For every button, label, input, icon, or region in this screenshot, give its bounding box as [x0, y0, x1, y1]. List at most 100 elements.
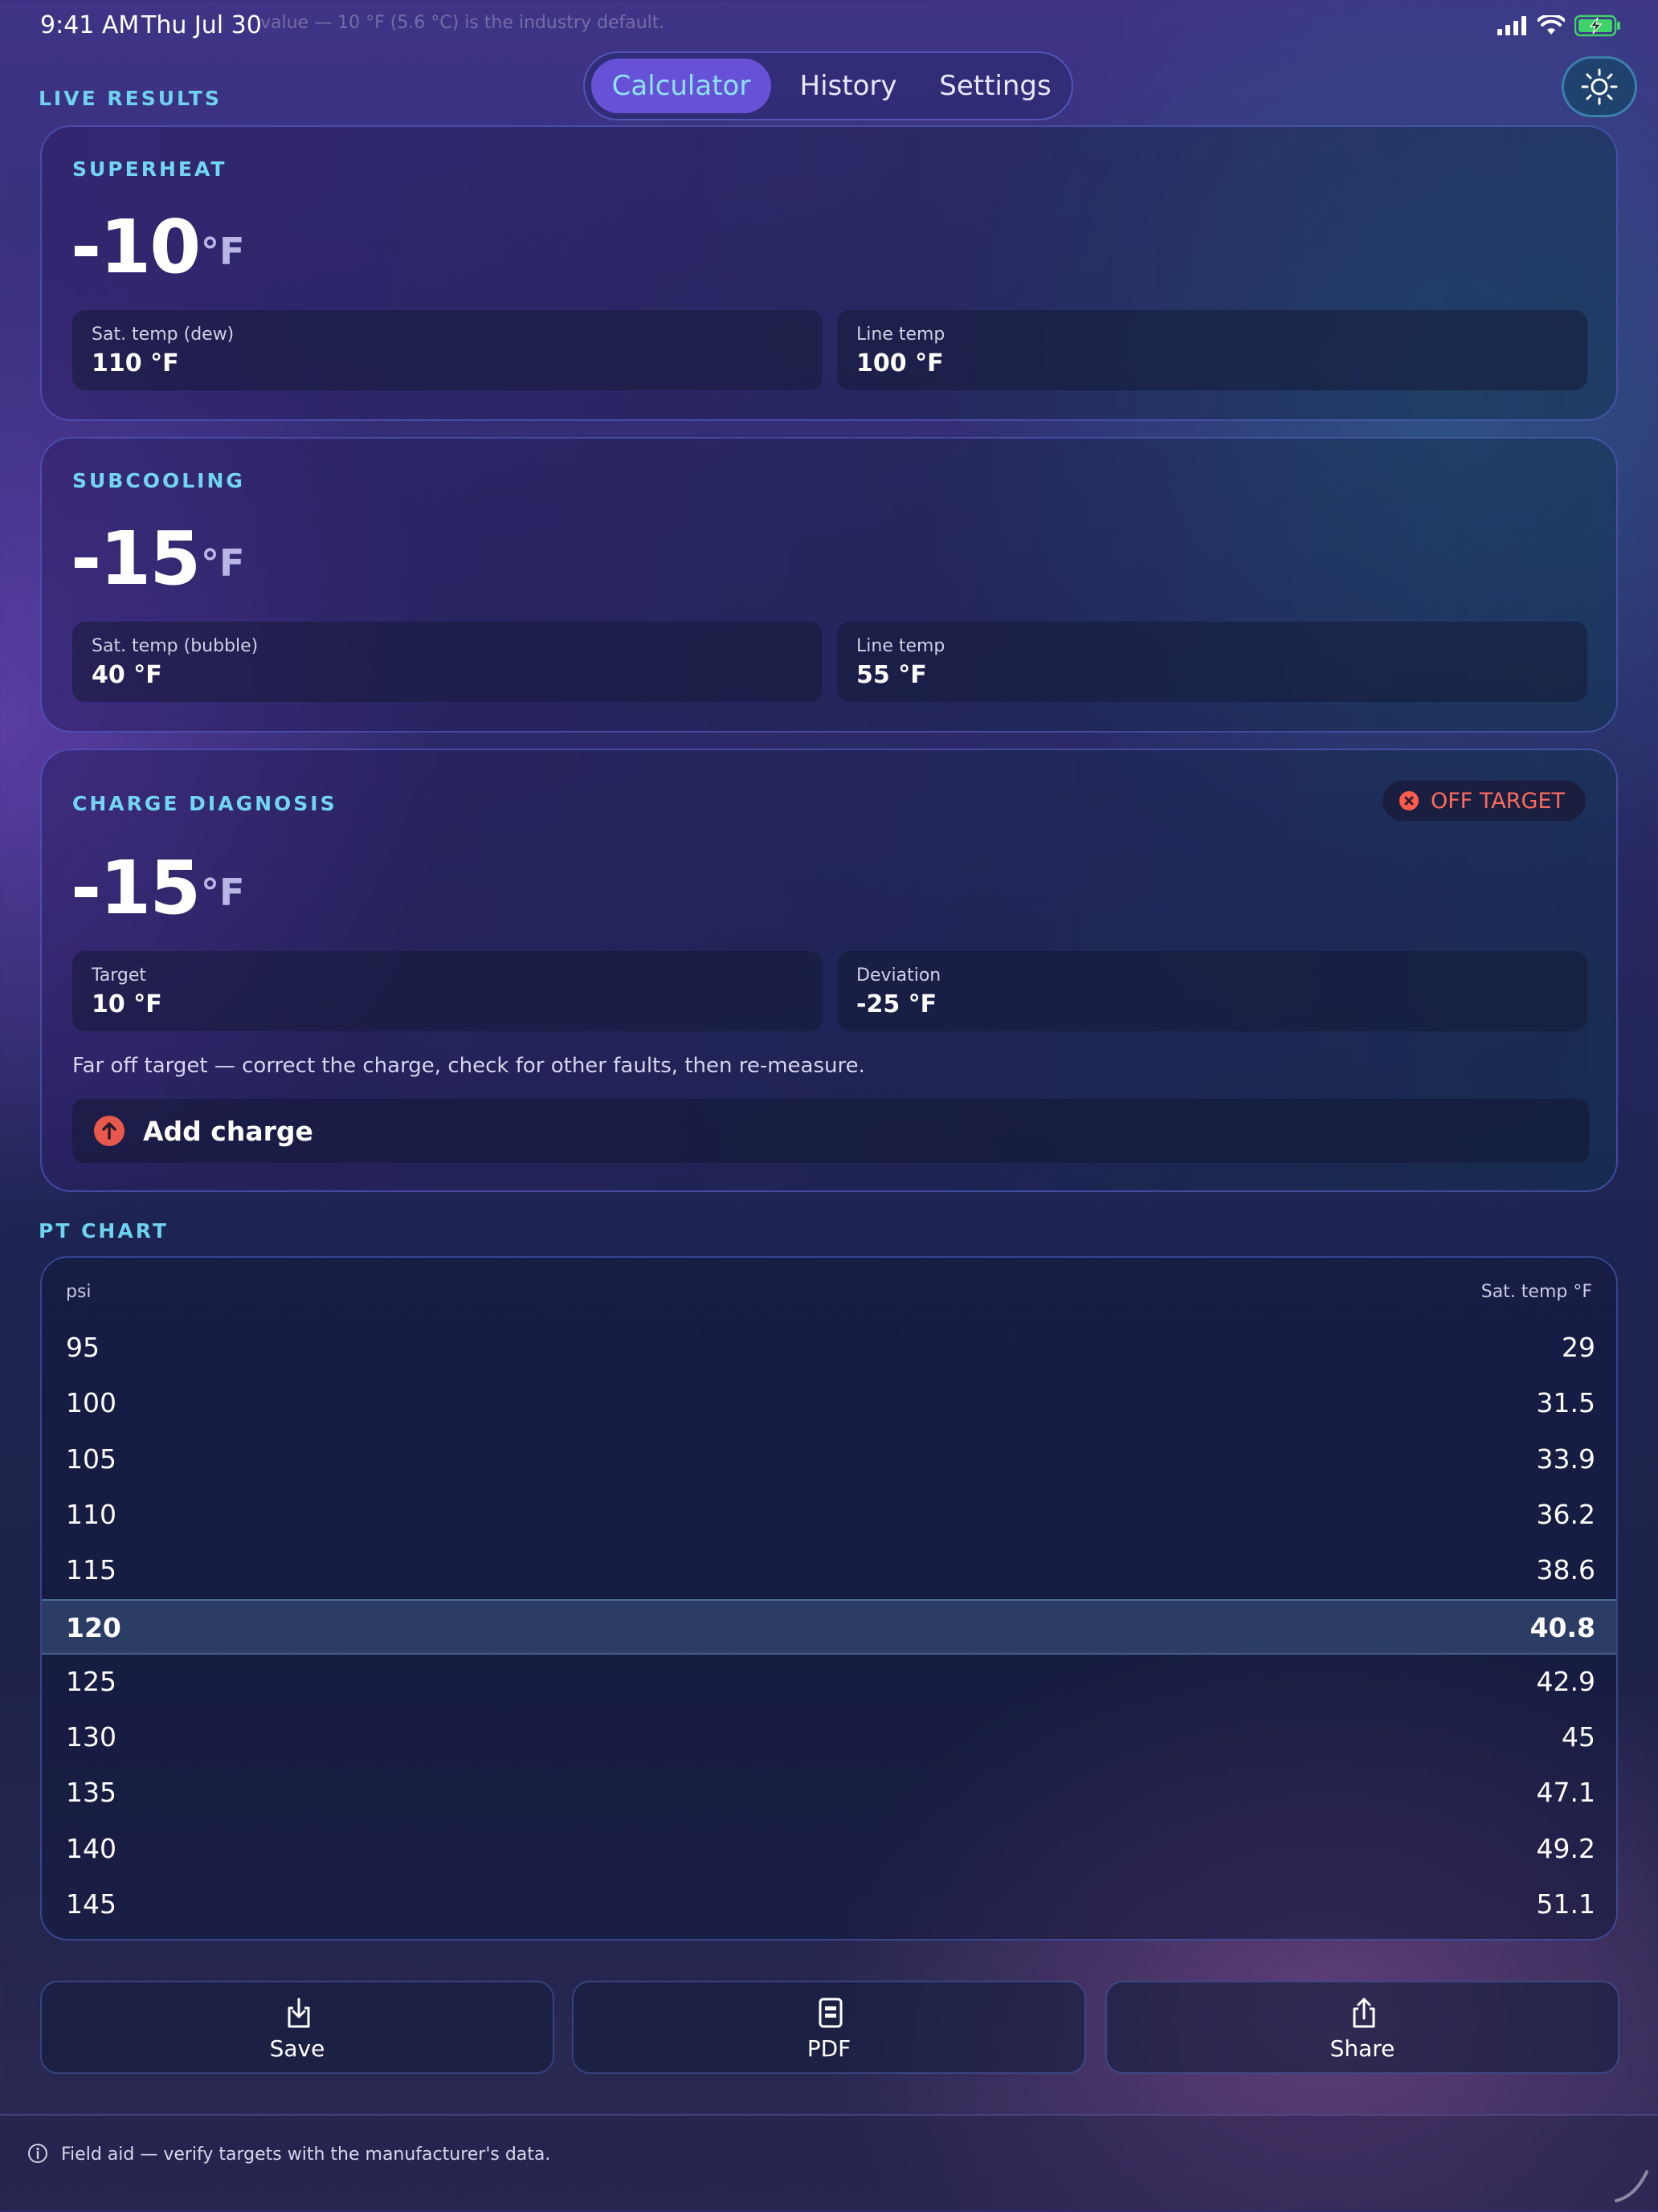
subcooling-sat-temp-tile: Sat. temp (bubble) 40 °F	[72, 622, 823, 702]
deviation-tile: Deviation -25 °F	[837, 951, 1587, 1031]
pt-chart-table: psi Sat. temp °F 95 29 100 31.5 105 33.9 110 36…	[40, 1256, 1618, 1941]
pt-psi-cell: 115	[66, 1554, 116, 1586]
status-icons	[1497, 14, 1621, 37]
sun-icon	[1581, 68, 1618, 105]
pt-psi-cell: 100	[66, 1387, 116, 1419]
table-row[interactable]: 130 45	[42, 1710, 1616, 1765]
pt-temp-cell: 31.5	[1536, 1387, 1595, 1419]
table-row[interactable]: 140 49.2	[42, 1822, 1616, 1877]
status-date: Thu Jul 30	[141, 11, 262, 39]
sat-temp-column-header: Sat. temp °F	[1480, 1282, 1592, 1302]
pt-psi-cell: 140	[66, 1832, 116, 1864]
table-row[interactable]: 115 38.6	[42, 1543, 1616, 1598]
table-row[interactable]: 100 31.5	[42, 1376, 1616, 1431]
tab-settings[interactable]: Settings	[922, 59, 1068, 113]
pt-temp-cell: 42.9	[1536, 1665, 1595, 1697]
superheat-line-temp-label: Line temp	[856, 324, 945, 345]
superheat-unit: °F	[201, 230, 245, 273]
share-icon	[1353, 1998, 1375, 2028]
subcooling-unit: °F	[201, 541, 245, 585]
sat-temp-bubble-value: 40 °F	[92, 661, 162, 689]
add-charge-label: Add charge	[143, 1115, 313, 1147]
superheat-card: SUPERHEAT -10 °F Sat. temp (dew) 110 °F …	[40, 125, 1618, 421]
off-target-badge-label: OFF TARGET	[1431, 788, 1565, 814]
pt-chart-label: PT CHART	[39, 1219, 169, 1243]
live-results-label: LIVE RESULTS	[39, 87, 222, 110]
superheat-value: -10	[71, 204, 201, 290]
share-button[interactable]: Share	[1105, 1981, 1619, 2074]
share-button-label: Share	[1329, 2035, 1395, 2062]
battery-charging-icon	[1574, 14, 1620, 37]
psi-column-header: psi	[66, 1282, 92, 1302]
subcooling-line-temp-value: 55 °F	[856, 661, 927, 689]
charge-diagnosis-card: CHARGE DIAGNOSIS OFF TARGET -15 °F Targe…	[40, 749, 1618, 1192]
target-tile: Target 10 °F	[72, 951, 823, 1031]
subcooling-line-temp-tile: Line temp 55 °F	[837, 622, 1587, 702]
tab-calculator[interactable]: Calculator	[591, 59, 771, 113]
cellular-signal-icon	[1497, 16, 1526, 35]
save-button-label: Save	[269, 2035, 325, 2062]
disclaimer-bar: Field aid — verify targets with the manu…	[0, 2114, 1658, 2212]
status-bar: value — 10 °F (5.6 °C) is the industry d…	[0, 0, 1658, 51]
pt-psi-cell: 135	[66, 1777, 116, 1809]
sat-temp-dew-value: 110 °F	[92, 349, 179, 378]
pt-chart-header: psi Sat. temp °F	[66, 1282, 1592, 1302]
subcooling-line-temp-label: Line temp	[856, 636, 945, 656]
pt-temp-cell: 49.2	[1536, 1832, 1595, 1864]
superheat-line-temp-value: 100 °F	[856, 349, 944, 378]
table-row[interactable]: 105 33.9	[42, 1432, 1616, 1488]
subcooling-value: -15	[71, 516, 201, 602]
off-target-badge: OFF TARGET	[1382, 781, 1586, 821]
diagnosis-unit: °F	[201, 871, 245, 914]
pt-psi-cell: 125	[66, 1665, 116, 1697]
superheat-title: SUPERHEAT	[72, 157, 227, 181]
tab-history[interactable]: History	[781, 59, 916, 113]
superheat-line-temp-tile: Line temp 100 °F	[837, 310, 1587, 390]
sat-temp-dew-label: Sat. temp (dew)	[92, 324, 235, 345]
deviation-value: -25 °F	[856, 990, 937, 1018]
pt-temp-cell: 40.8	[1529, 1611, 1595, 1643]
superheat-sat-temp-tile: Sat. temp (dew) 110 °F	[72, 310, 823, 390]
pt-temp-cell: 38.6	[1536, 1554, 1595, 1586]
wifi-icon	[1538, 15, 1565, 35]
table-row[interactable]: 125 42.9	[42, 1655, 1616, 1710]
main-tab-bar: Calculator History Settings	[583, 51, 1073, 120]
table-row-highlighted[interactable]: 120 40.8	[42, 1598, 1616, 1655]
deviation-label: Deviation	[856, 965, 941, 986]
save-download-icon	[288, 1998, 310, 2028]
charge-diagnosis-title: CHARGE DIAGNOSIS	[72, 792, 337, 815]
target-value: 10 °F	[92, 990, 162, 1018]
arrow-up-circle-icon	[94, 1116, 125, 1146]
save-button[interactable]: Save	[40, 1981, 554, 2074]
pt-psi-cell: 145	[66, 1888, 116, 1920]
pt-temp-cell: 51.1	[1536, 1888, 1595, 1920]
pdf-button-label: PDF	[807, 2035, 851, 2062]
table-row[interactable]: 95 29	[42, 1320, 1616, 1376]
pt-temp-cell: 36.2	[1536, 1498, 1595, 1530]
pt-psi-cell: 105	[66, 1443, 116, 1475]
scrolled-hint-text: value — 10 °F (5.6 °C) is the industry d…	[260, 13, 665, 33]
pt-psi-cell: 95	[66, 1332, 100, 1363]
subcooling-card: SUBCOOLING -15 °F Sat. temp (bubble) 40 …	[40, 437, 1618, 733]
status-time: 9:41 AM	[40, 11, 140, 39]
resize-handle-icon[interactable]	[1611, 2165, 1652, 2206]
error-circle-icon	[1399, 791, 1419, 810]
diagnosis-note: Far off target — correct the charge, che…	[72, 1054, 865, 1078]
pdf-button[interactable]: PDF	[572, 1981, 1086, 2074]
add-charge-recommendation: Add charge	[72, 1099, 1589, 1163]
diagnosis-value: -15	[71, 845, 201, 931]
pt-temp-cell: 45	[1562, 1721, 1595, 1753]
table-row[interactable]: 145 51.1	[42, 1877, 1616, 1932]
pt-psi-cell: 120	[66, 1611, 121, 1643]
disclaimer-text: Field aid — verify targets with the manu…	[61, 2145, 551, 2165]
pt-temp-cell: 47.1	[1536, 1777, 1595, 1809]
pt-psi-cell: 110	[66, 1498, 116, 1530]
table-row[interactable]: 110 36.2	[42, 1488, 1616, 1543]
table-row[interactable]: 135 47.1	[42, 1765, 1616, 1821]
subcooling-title: SUBCOOLING	[72, 469, 245, 492]
theme-toggle-button[interactable]	[1562, 56, 1637, 117]
sat-temp-bubble-label: Sat. temp (bubble)	[92, 636, 259, 656]
pt-temp-cell: 33.9	[1536, 1443, 1595, 1475]
pdf-document-icon	[819, 1998, 843, 2028]
pt-psi-cell: 130	[66, 1721, 116, 1753]
